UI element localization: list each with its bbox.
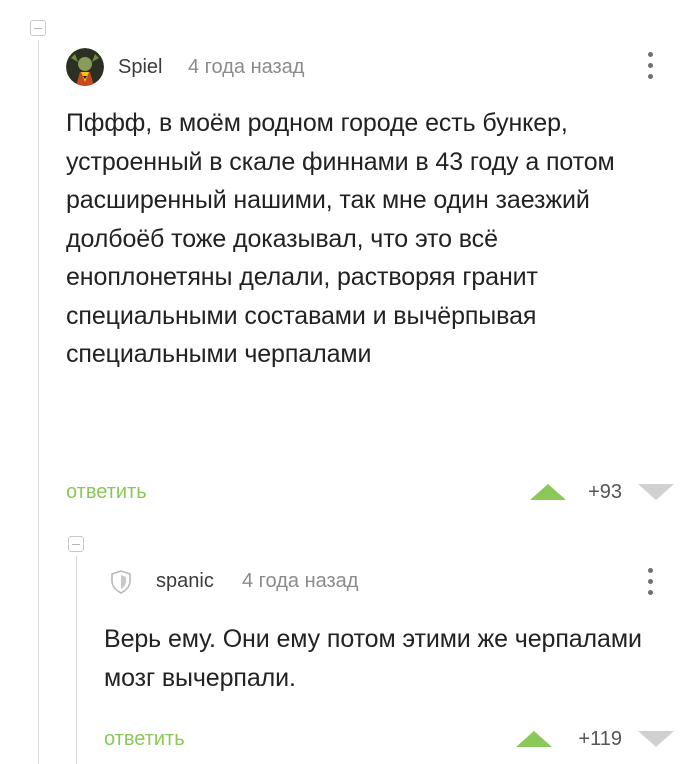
- comment-rating: +119: [578, 728, 622, 750]
- thread-line[interactable]: [38, 40, 39, 764]
- triangle-down-icon[interactable]: [638, 484, 674, 500]
- collapse-thread-button[interactable]: [68, 536, 84, 552]
- thread-line[interactable]: [76, 556, 77, 764]
- avatar[interactable]: [66, 48, 104, 86]
- triangle-up-icon[interactable]: [530, 484, 566, 500]
- comment-author[interactable]: Spiel: [118, 56, 162, 79]
- collapse-thread-button[interactable]: [30, 20, 46, 36]
- comment-timestamp[interactable]: 4 года назад: [242, 570, 358, 593]
- reply-button[interactable]: ответить: [104, 728, 185, 751]
- triangle-up-icon[interactable]: [516, 731, 552, 747]
- comment-text: Верь ему. Они ему потом этими же черпала…: [104, 625, 642, 692]
- comment-timestamp[interactable]: 4 года назад: [188, 56, 304, 79]
- avatar-image: [66, 48, 104, 86]
- triangle-down-icon[interactable]: [638, 731, 674, 747]
- comment-author[interactable]: spanic: [156, 570, 214, 593]
- more-vertical-icon[interactable]: [646, 566, 656, 598]
- comment-rating: +93: [588, 481, 622, 503]
- comment-text: Пффф, в моём родном городе есть бункер, …: [66, 109, 615, 368]
- shield-icon[interactable]: [110, 570, 132, 594]
- more-vertical-icon[interactable]: [646, 50, 656, 82]
- reply-button[interactable]: ответить: [66, 481, 147, 504]
